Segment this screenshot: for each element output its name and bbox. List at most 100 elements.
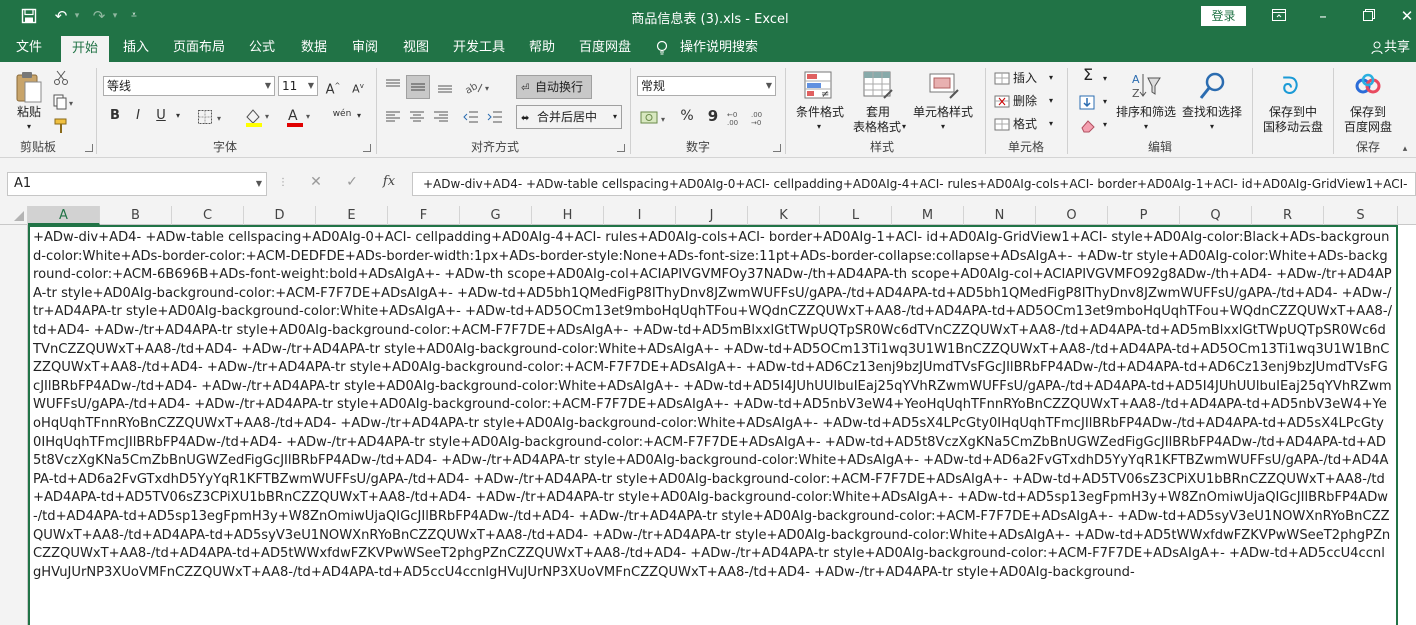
save-to-baidu-label-1[interactable]: 保存到 — [1340, 105, 1396, 119]
increase-decimal-icon[interactable]: ←0.00 — [726, 109, 748, 127]
column-header-a[interactable]: A — [28, 206, 100, 225]
align-middle-icon[interactable] — [406, 75, 430, 99]
underline-button[interactable]: U — [150, 107, 172, 127]
orientation-icon[interactable]: ab ▾ — [463, 78, 494, 97]
font-color-icon[interactable]: A ▾ — [284, 107, 318, 127]
share-button[interactable]: 共享 — [1384, 34, 1416, 62]
font-size-select[interactable]: 11 ▼ — [278, 76, 318, 96]
redo-dropdown-icon[interactable]: ▾ — [110, 5, 120, 27]
column-header[interactable]: F — [388, 206, 460, 225]
decrease-indent-icon[interactable] — [462, 109, 482, 127]
column-header[interactable]: C — [172, 206, 244, 225]
paste-button[interactable]: 粘贴 — [10, 105, 48, 119]
name-box[interactable]: A1 ▼ — [7, 172, 267, 196]
paste-dropdown-icon[interactable]: ▾ — [22, 120, 36, 134]
conditional-formatting-icon[interactable]: ≠ — [803, 70, 835, 102]
login-button[interactable]: 登录 — [1201, 6, 1246, 26]
format-cells-button[interactable]: 格式 — [1013, 117, 1041, 131]
align-bottom-icon[interactable] — [436, 78, 456, 96]
bold-button[interactable]: B — [104, 107, 126, 127]
increase-indent-icon[interactable] — [486, 109, 506, 127]
tab-file[interactable]: 文件 — [5, 34, 53, 62]
confirm-entry-icon[interactable]: ✓ — [342, 175, 362, 189]
cell-styles-icon[interactable] — [928, 70, 960, 102]
find-select-button[interactable]: 查找和选择 — [1180, 105, 1244, 119]
tell-me-search[interactable]: 操作说明搜索 — [680, 34, 758, 62]
decrease-font-size-icon[interactable]: Av — [347, 77, 369, 97]
autosum-dropdown-icon[interactable]: ▾ — [1100, 72, 1110, 86]
save-to-mobile-cloud-button[interactable]: 国移动云盘 — [1258, 120, 1328, 134]
accounting-format-icon[interactable]: ▾ — [639, 109, 671, 127]
italic-button[interactable]: I — [127, 107, 149, 127]
clear-icon[interactable] — [1079, 118, 1097, 134]
tab-help[interactable]: 帮助 — [524, 34, 560, 62]
phonetic-guide-button[interactable]: wén — [330, 105, 354, 125]
number-launcher-icon[interactable] — [773, 144, 781, 152]
column-header[interactable]: R — [1252, 206, 1324, 225]
close-icon[interactable]: ✕ — [1398, 5, 1416, 27]
merge-center-button[interactable]: ⬌ 合并后居中 ▾ — [516, 105, 622, 129]
format-painter-icon[interactable] — [53, 118, 71, 134]
fill-dropdown-icon[interactable]: ▾ — [1100, 95, 1110, 109]
cut-icon[interactable] — [53, 70, 71, 86]
align-center-icon[interactable] — [408, 109, 428, 127]
column-header[interactable]: Q — [1180, 206, 1252, 225]
clear-dropdown-icon[interactable]: ▾ — [1100, 118, 1110, 132]
alignment-launcher-icon[interactable] — [617, 144, 625, 152]
delete-cells-dropdown-icon[interactable]: ▾ — [1046, 94, 1056, 108]
formula-bar-splitter-icon[interactable]: ⋮ — [278, 176, 288, 190]
formula-input[interactable]: +ADw-div+AD4- +ADw-table cellspacing+AD0… — [412, 172, 1416, 196]
collapse-ribbon-icon[interactable]: ▴ — [1398, 142, 1412, 156]
sort-filter-button[interactable]: 排序和筛选 — [1114, 105, 1178, 119]
tab-insert[interactable]: 插入 — [116, 34, 156, 62]
percent-style-button[interactable]: % — [676, 107, 698, 127]
underline-dropdown-icon[interactable]: ▾ — [172, 107, 184, 127]
column-header[interactable]: I — [604, 206, 676, 225]
row-headers[interactable] — [0, 225, 28, 625]
customize-qat-icon[interactable]: ⩡ — [126, 5, 142, 27]
copy-icon[interactable]: ▾ — [53, 94, 77, 110]
format-as-table-label-1[interactable]: 套用 — [862, 105, 894, 119]
sort-filter-dropdown-icon[interactable]: ▾ — [1139, 120, 1153, 134]
column-header[interactable]: K — [748, 206, 820, 225]
cell-styles-button[interactable]: 单元格样式 — [910, 105, 976, 119]
column-header[interactable]: H — [532, 206, 604, 225]
column-header[interactable]: N — [964, 206, 1036, 225]
tab-formulas[interactable]: 公式 — [244, 34, 280, 62]
fill-icon[interactable] — [1079, 95, 1097, 111]
save-to-mobile-cloud-label-1[interactable]: 保存到中 — [1258, 105, 1328, 119]
wrap-text-button[interactable]: ⏎ 自动换行 — [516, 75, 592, 99]
minimize-icon[interactable]: – — [1312, 5, 1334, 27]
save-icon[interactable] — [18, 5, 40, 27]
font-launcher-icon[interactable] — [363, 144, 371, 152]
share-icon[interactable] — [1370, 34, 1384, 62]
ribbon-display-icon[interactable] — [1268, 5, 1290, 27]
redo-icon[interactable]: ↷ — [88, 5, 110, 27]
font-family-select[interactable]: 等线 ▼ — [103, 76, 275, 96]
comma-style-button[interactable]: 9 — [702, 107, 724, 127]
select-all-corner[interactable] — [0, 206, 28, 225]
autosum-icon[interactable]: Σ — [1078, 67, 1098, 83]
column-header[interactable]: E — [316, 206, 388, 225]
cancel-entry-icon[interactable]: ✕ — [306, 175, 326, 189]
tab-view[interactable]: 视图 — [398, 34, 434, 62]
undo-icon[interactable]: ↶ — [50, 5, 72, 27]
paste-icon[interactable] — [13, 70, 45, 104]
column-header[interactable]: P — [1108, 206, 1180, 225]
align-top-icon[interactable] — [384, 78, 404, 96]
insert-cells-button[interactable]: 插入 — [1013, 71, 1041, 85]
tab-baidu-netdisk[interactable]: 百度网盘 — [576, 34, 634, 62]
delete-cells-button[interactable]: 删除 — [1013, 94, 1041, 108]
format-as-table-icon[interactable] — [862, 70, 894, 102]
tab-home[interactable]: 开始 — [61, 36, 109, 62]
tab-developer[interactable]: 开发工具 — [449, 34, 509, 62]
column-header[interactable]: D — [244, 206, 316, 225]
align-left-icon[interactable] — [384, 109, 404, 127]
insert-cells-dropdown-icon[interactable]: ▾ — [1046, 71, 1056, 85]
increase-font-size-icon[interactable]: A^ — [322, 77, 344, 97]
phonetic-dropdown-icon[interactable]: ▾ — [354, 107, 364, 127]
cell-styles-dropdown-icon[interactable]: ▾ — [936, 120, 950, 134]
column-header[interactable]: S — [1324, 206, 1398, 225]
number-format-select[interactable]: 常规 ▼ — [637, 76, 776, 96]
column-header[interactable]: M — [892, 206, 964, 225]
